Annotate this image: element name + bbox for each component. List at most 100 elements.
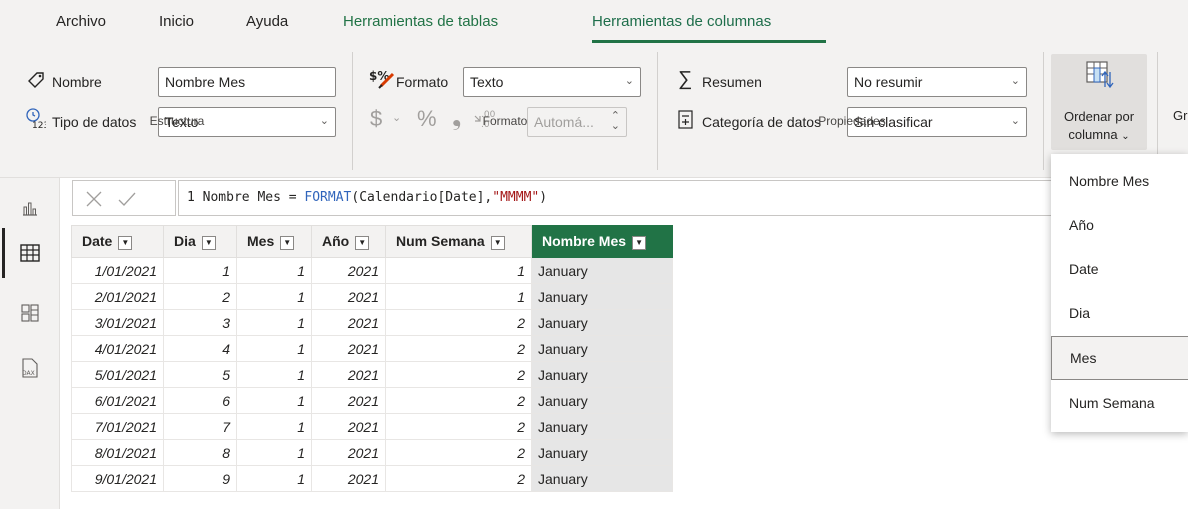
data-view-button[interactable] [0,228,60,278]
table-cell[interactable]: 2021 [311,283,386,310]
header-date[interactable]: Date ▼ [71,225,164,258]
table-cell[interactable]: January [531,465,673,492]
table-cell[interactable]: January [531,309,673,336]
table-cell[interactable]: 3 [163,309,237,336]
table-cell[interactable]: 9 [163,465,237,492]
tab-herramientas-tablas[interactable]: Herramientas de tablas [343,13,498,30]
table-cell[interactable]: 2 [385,465,532,492]
table-cell[interactable]: 2021 [311,257,386,284]
table-cell[interactable]: 2 [385,309,532,336]
table-cell[interactable]: 2021 [311,439,386,466]
dropdown-item-date[interactable]: Date [1051,248,1188,292]
table-cell[interactable]: 3/01/2021 [71,309,164,336]
table-cell[interactable]: 1 [236,257,312,284]
table-cell[interactable]: 2 [385,439,532,466]
table-cell[interactable]: 1 [236,283,312,310]
check-icon[interactable] [117,190,137,208]
table-cell[interactable]: 1 [236,361,312,388]
currency-button[interactable]: $ [370,106,382,132]
format-select[interactable]: Texto ⌄ [463,67,641,97]
table-cell[interactable]: 2/01/2021 [71,283,164,310]
filter-dropdown-icon[interactable]: ▼ [632,235,647,250]
dropdown-item-dia[interactable]: Dia [1051,292,1188,336]
filter-dropdown-icon[interactable]: ▼ [280,235,295,250]
table-cell[interactable]: 2 [385,413,532,440]
table-cell[interactable]: 2021 [311,309,386,336]
table-cell[interactable]: 1 [236,413,312,440]
dropdown-item-num-semana[interactable]: Num Semana [1051,382,1188,426]
table-cell[interactable]: 5 [163,361,237,388]
table-cell[interactable]: 2021 [311,413,386,440]
header-mes[interactable]: Mes ▼ [236,225,312,258]
table-cell[interactable]: 2021 [311,465,386,492]
dropdown-item-ano[interactable]: Año [1051,204,1188,248]
table-cell[interactable]: 2 [385,335,532,362]
comma-button[interactable]: ❟ [452,104,461,132]
data-type-label: Tipo de datos [52,114,137,130]
formula-prefix: Nombre Mes = [202,190,305,205]
table-cell[interactable]: January [531,387,673,414]
filter-dropdown-icon[interactable]: ▼ [201,235,216,250]
formula-input[interactable]: 1 Nombre Mes = FORMAT(Calendario[Date],"… [178,180,1058,216]
table-cell[interactable]: 1 [385,283,532,310]
table-cell[interactable]: January [531,413,673,440]
sort-column-icon [1085,60,1115,93]
table-cell[interactable]: January [531,361,673,388]
tab-herramientas-columnas[interactable]: Herramientas de columnas [592,13,771,30]
table-cell[interactable]: January [531,257,673,284]
table-cell[interactable]: 6/01/2021 [71,387,164,414]
filter-dropdown-icon[interactable]: ▼ [490,235,505,250]
table-cell[interactable]: 8/01/2021 [71,439,164,466]
dropdown-item-nombre-mes[interactable]: Nombre Mes [1051,160,1188,204]
tab-archivo[interactable]: Archivo [56,13,106,30]
model-view-button[interactable] [0,288,60,338]
table-cell[interactable]: 1 [236,335,312,362]
table-row: 4/01/2021 4 1 2021 2 January [71,335,673,362]
table-icon [20,244,40,262]
table-cell[interactable]: January [531,439,673,466]
table-cell[interactable]: 2021 [311,387,386,414]
table-cell[interactable]: 2 [163,283,237,310]
tab-inicio[interactable]: Inicio [159,13,194,30]
table-cell[interactable]: January [531,335,673,362]
dax-query-button[interactable]: DAX [0,343,60,393]
table-cell[interactable]: 1 [236,309,312,336]
table-cell[interactable]: 2021 [311,335,386,362]
svg-text:123: 123 [32,121,46,129]
table-cell[interactable]: 5/01/2021 [71,361,164,388]
table-cell[interactable]: 1 [236,465,312,492]
table-cell[interactable]: 1/01/2021 [71,257,164,284]
sort-by-column-button[interactable]: Ordenar por columna ⌄ [1051,54,1147,150]
report-view-button[interactable] [0,183,60,233]
tag-icon [26,70,46,93]
next-button-partial[interactable]: Gr [1173,108,1187,123]
table-cell[interactable]: 7 [163,413,237,440]
percent-button[interactable]: % [417,106,437,132]
table-cell[interactable]: 1 [385,257,532,284]
filter-dropdown-icon[interactable]: ▼ [355,235,370,250]
table-cell[interactable]: 4 [163,335,237,362]
table-cell[interactable]: 8 [163,439,237,466]
header-nombre-mes[interactable]: Nombre Mes ▼ [531,225,673,258]
table-cell[interactable]: 2 [385,361,532,388]
filter-dropdown-icon[interactable]: ▼ [118,235,133,250]
header-dia[interactable]: Dia ▼ [163,225,237,258]
table-cell[interactable]: January [531,283,673,310]
name-field[interactable]: Nombre Mes [158,67,336,97]
table-cell[interactable]: 2 [385,387,532,414]
table-cell[interactable]: 1 [236,387,312,414]
dropdown-item-mes[interactable]: Mes [1051,336,1188,380]
table-cell[interactable]: 2021 [311,361,386,388]
decimals-stepper[interactable]: Automá... ⌃ ⌄ [527,107,627,137]
header-ano[interactable]: Año ▼ [311,225,386,258]
tab-ayuda[interactable]: Ayuda [246,13,288,30]
table-cell[interactable]: 1 [163,257,237,284]
table-cell[interactable]: 4/01/2021 [71,335,164,362]
table-cell[interactable]: 7/01/2021 [71,413,164,440]
table-cell[interactable]: 9/01/2021 [71,465,164,492]
header-num-semana[interactable]: Num Semana ▼ [385,225,532,258]
close-icon[interactable] [85,190,103,208]
table-cell[interactable]: 6 [163,387,237,414]
summary-select[interactable]: No resumir ⌄ [847,67,1027,97]
table-cell[interactable]: 1 [236,439,312,466]
